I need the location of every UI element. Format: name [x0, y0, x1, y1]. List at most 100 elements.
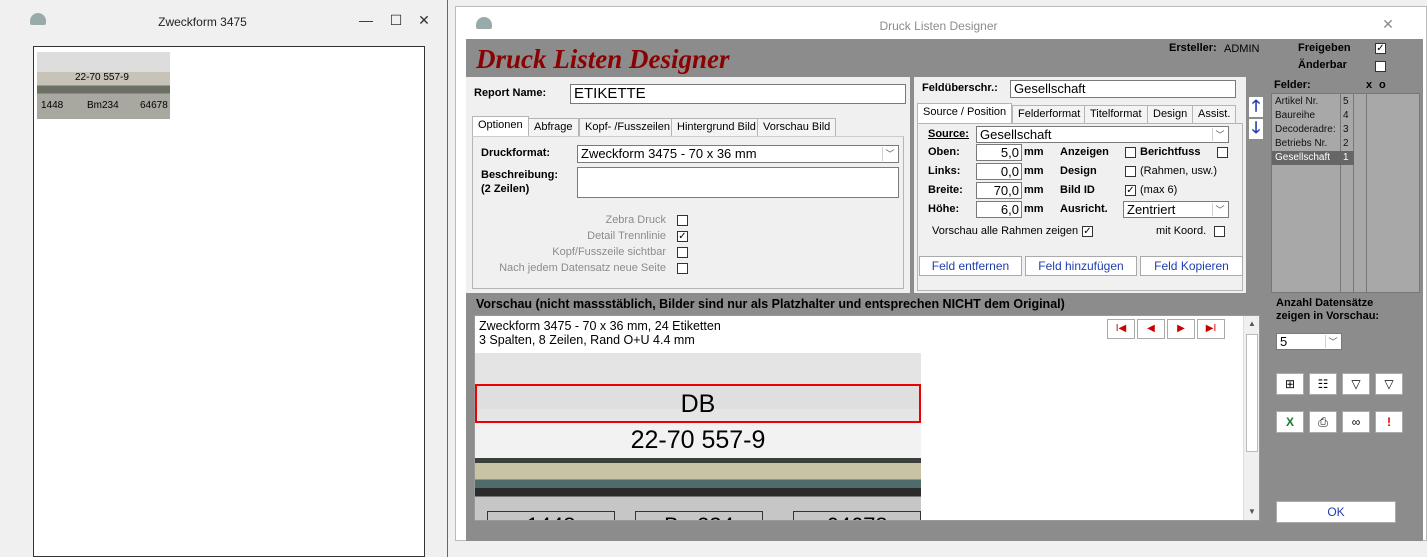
feld-kopieren-button[interactable]: Feld Kopieren	[1140, 256, 1243, 276]
creator-value: ADMIN	[1224, 43, 1260, 55]
count-value: 5	[1280, 334, 1288, 349]
preview-scrollbar[interactable]: ▲ ▼	[1243, 316, 1259, 520]
app-icon	[30, 13, 46, 25]
list-item[interactable]: Betriebs Nr. 2	[1272, 137, 1419, 151]
creator-label: Ersteller:	[1169, 42, 1217, 54]
preview-info-line2: 3 Spalten, 8 Zeilen, Rand O+U 4.4 mm	[479, 333, 695, 347]
label-thumbnail: 22-70 557-9 1448 Bm234 64678	[37, 52, 170, 119]
count-select[interactable]: 5 ﹀	[1276, 333, 1342, 350]
tab-titelformat[interactable]: Titelformat	[1084, 105, 1148, 123]
ausricht-label: Ausricht.	[1060, 203, 1108, 215]
felder-col-x: x	[1366, 79, 1373, 91]
minimize-button[interactable]: —	[356, 10, 376, 30]
vorschau-rahmen-checkbox[interactable]: ✓	[1082, 226, 1093, 237]
prev-record-icon[interactable]: ◀	[1137, 319, 1165, 339]
scroll-thumb[interactable]	[1246, 334, 1258, 452]
tab-source-position[interactable]: Source / Position	[917, 103, 1013, 123]
source-select[interactable]: Gesellschaft ﹀	[976, 126, 1229, 143]
breite-label: Breite:	[928, 184, 963, 196]
list-item[interactable]: Decoderadre: 3	[1272, 123, 1419, 137]
thumb-right: 64678	[140, 100, 168, 111]
tab-abfrage[interactable]: Abfrage	[528, 118, 579, 136]
app-icon	[476, 17, 492, 29]
breite-input[interactable]: 70,0	[976, 182, 1022, 199]
felder-list[interactable]: Artikel Nr. 5 Baureihe 4 Decoderadre: 3 …	[1271, 93, 1420, 293]
window-title: Zweckform 3475	[158, 15, 247, 29]
feldueberschr-input[interactable]: Gesellschaft	[1010, 80, 1236, 98]
list-add-icon[interactable]: ☷	[1309, 373, 1337, 395]
tree-icon[interactable]: ⊞	[1276, 373, 1304, 395]
count-label: Anzahl Datensätze zeigen in Vorschau:	[1276, 297, 1380, 322]
freigeben-checkbox[interactable]: ✓	[1375, 43, 1386, 54]
aenderbar-checkbox[interactable]	[1375, 61, 1386, 72]
design-checkbox[interactable]	[1125, 166, 1136, 177]
oben-label: Oben:	[928, 146, 960, 158]
preview-heading: Vorschau (nicht massstäblich, Bilder sin…	[476, 297, 1065, 311]
tab-design[interactable]: Design	[1147, 105, 1194, 123]
source-value: Gesellschaft	[980, 127, 1052, 142]
filter-check-icon[interactable]: ▽	[1342, 373, 1370, 395]
neue-seite-checkbox[interactable]	[677, 263, 688, 274]
kopf-fusszeile-checkbox[interactable]	[677, 247, 688, 258]
report-name-input[interactable]: ETIKETTE	[570, 84, 906, 104]
preview-area: Zweckform 3475 - 70 x 36 mm, 24 Etikette…	[474, 315, 1260, 521]
tab-kopf-fusszeilen[interactable]: Kopf- /Fusszeilen	[579, 118, 676, 136]
oben-input[interactable]: 5,0	[976, 144, 1022, 161]
berichtfuss-checkbox[interactable]	[1217, 147, 1228, 158]
close-button[interactable]: ✕	[1378, 14, 1398, 34]
hoehe-input[interactable]: 6,0	[976, 201, 1022, 218]
list-item-order: 3	[1343, 124, 1349, 135]
list-item[interactable]: Baureihe 4	[1272, 109, 1419, 123]
excel-icon[interactable]: X	[1276, 411, 1304, 433]
field-panel: Feldüberschr.: Gesellschaft Source / Pos…	[914, 77, 1246, 293]
druckformat-value: Zweckform 3475 - 70 x 36 mm	[581, 146, 757, 161]
anzeigen-checkbox[interactable]	[1125, 147, 1136, 158]
rahmen-label: (Rahmen, usw.)	[1140, 165, 1218, 177]
filter-edit-icon[interactable]: ▽	[1375, 373, 1403, 395]
last-record-icon[interactable]: ▶I	[1197, 319, 1225, 339]
beschreibung-input[interactable]	[577, 167, 899, 198]
chevron-down-icon: ﹀	[1325, 335, 1340, 348]
detail-trennlinie-checkbox[interactable]: ✓	[677, 231, 688, 242]
list-item-name: Artikel Nr.	[1275, 96, 1319, 107]
mitkoord-label: mit Koord.	[1156, 225, 1207, 237]
tab-felderformat[interactable]: Felderformat	[1012, 105, 1087, 123]
next-record-icon[interactable]: ▶	[1167, 319, 1195, 339]
oben-unit: mm	[1024, 146, 1044, 158]
list-item-name: Betriebs Nr.	[1275, 138, 1328, 149]
list-item-selected[interactable]: Gesellschaft 1	[1272, 151, 1354, 165]
ok-button[interactable]: OK	[1276, 501, 1396, 523]
list-item-name: Decoderadre:	[1275, 124, 1336, 135]
feld-entfernen-button[interactable]: Feld entfernen	[919, 256, 1022, 276]
label-db: DB	[680, 390, 716, 418]
links-input[interactable]: 0,0	[976, 163, 1022, 180]
zebra-druck-label: Zebra Druck	[605, 214, 666, 226]
printer-icon[interactable]: ⎙	[1309, 411, 1337, 433]
tab-assist[interactable]: Assist.	[1192, 105, 1237, 123]
hoehe-label: Höhe:	[928, 203, 960, 215]
tab-optionen[interactable]: Optionen	[472, 116, 529, 136]
warning-icon[interactable]: !	[1375, 411, 1403, 433]
arrow-down-icon[interactable]: 🡓	[1249, 119, 1263, 139]
label-bottom-left: 1448	[487, 511, 615, 520]
feldueberschr-label: Feldüberschr.:	[922, 82, 998, 94]
label-preview-image: DB 22-70 557-9 1448 Bm234 64678	[475, 353, 921, 520]
feld-hinzufuegen-button[interactable]: Feld hinzufügen	[1025, 256, 1137, 276]
tab-vorschau-bild[interactable]: Vorschau Bild	[757, 118, 837, 136]
zebra-druck-checkbox[interactable]	[677, 215, 688, 226]
maximize-button[interactable]: ☐	[386, 10, 406, 30]
ausricht-select[interactable]: Zentriert ﹀	[1123, 201, 1229, 218]
designer-window: Druck Listen Designer ✕ Druck Listen Des…	[455, 6, 1427, 541]
beschreibung-sub: (2 Zeilen)	[481, 183, 530, 195]
scroll-up-icon[interactable]: ▲	[1244, 316, 1259, 332]
arrow-up-icon[interactable]: 🡑	[1249, 97, 1263, 117]
first-record-icon[interactable]: I◀	[1107, 319, 1135, 339]
bildid-checkbox[interactable]: ✓	[1125, 185, 1136, 196]
mitkoord-checkbox[interactable]	[1214, 226, 1225, 237]
scroll-down-icon[interactable]: ▼	[1244, 504, 1259, 520]
glasses-icon[interactable]: ∞	[1342, 411, 1370, 433]
tab-hintergrund-bild[interactable]: Hintergrund Bild	[671, 118, 762, 136]
close-button[interactable]: ✕	[414, 10, 434, 30]
list-item[interactable]: Artikel Nr. 5	[1272, 95, 1419, 109]
druckformat-select[interactable]: Zweckform 3475 - 70 x 36 mm ﹀	[577, 145, 899, 163]
